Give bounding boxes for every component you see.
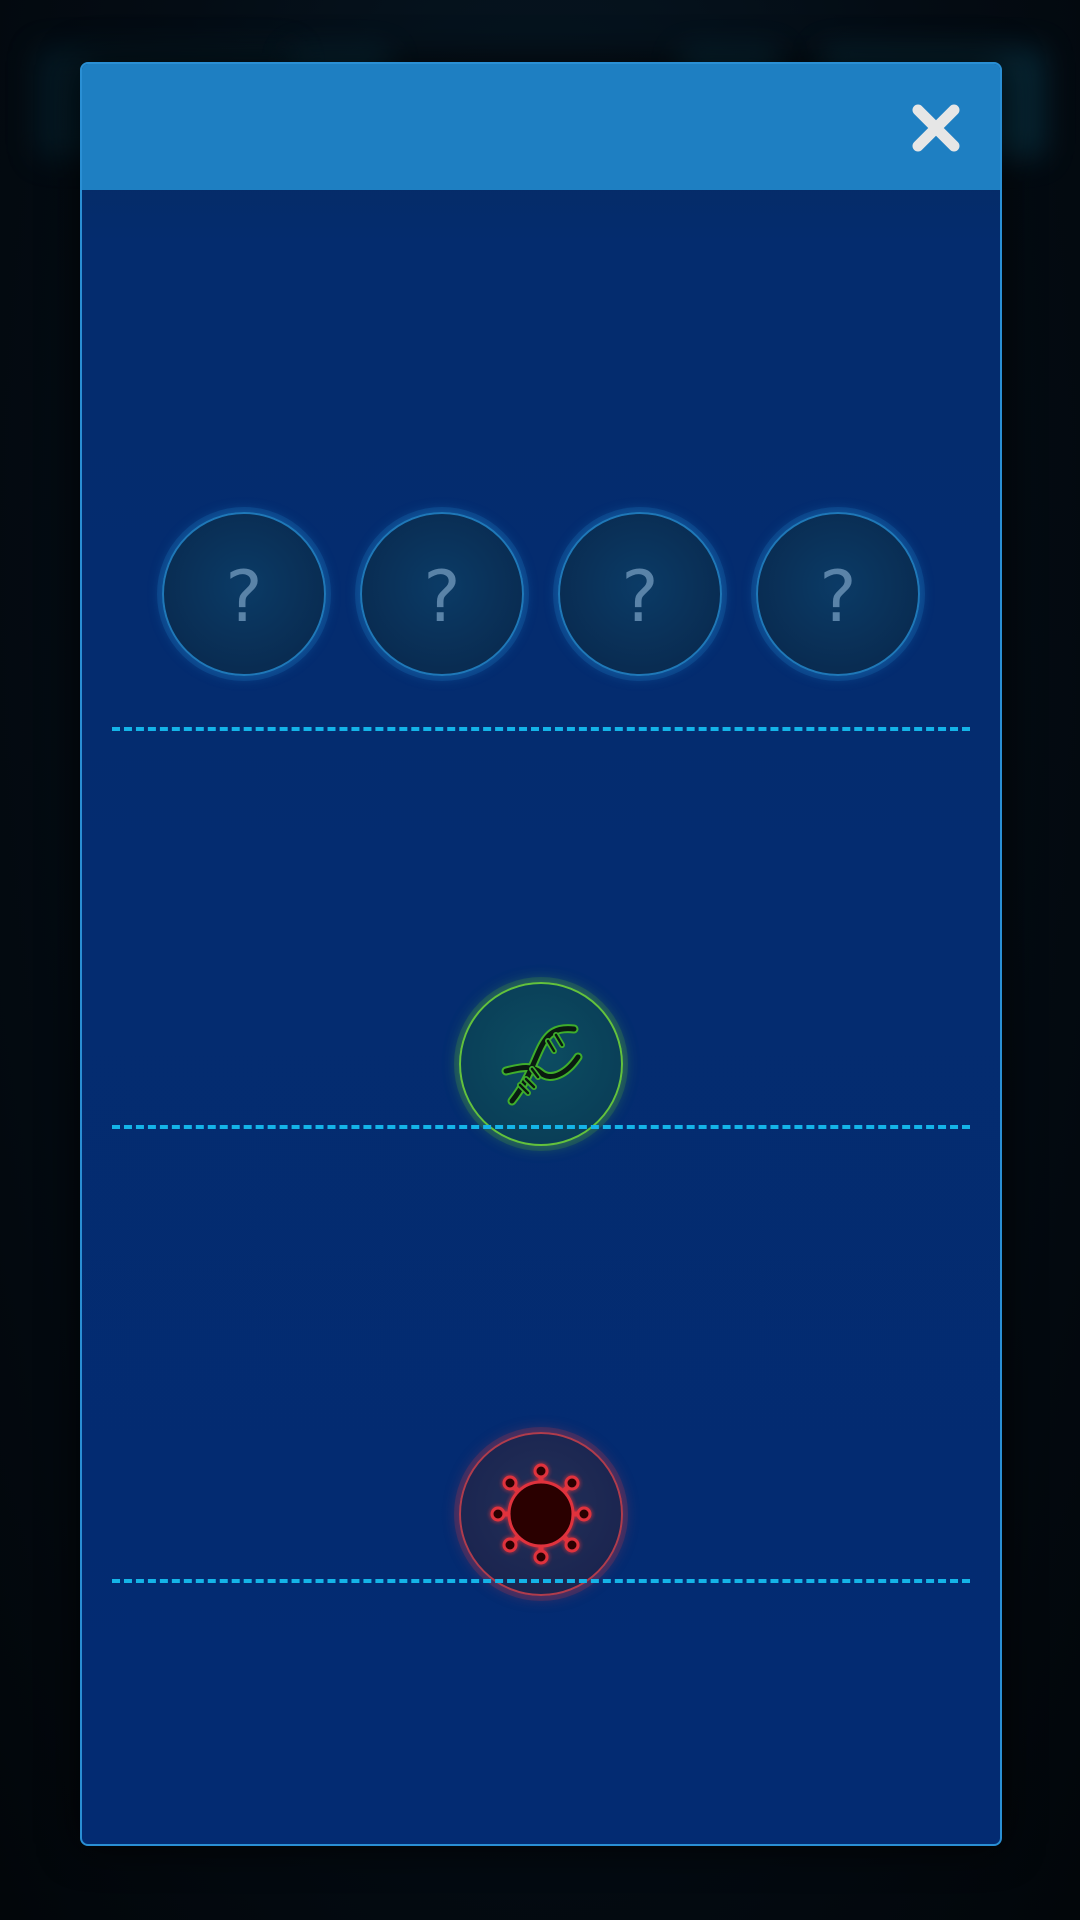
question-mark-icon: ? <box>423 556 461 638</box>
locked-slot[interactable]: ? <box>756 512 920 676</box>
locked-slot[interactable]: ? <box>360 512 524 676</box>
dashed-divider <box>112 1125 970 1129</box>
dna-ability-slot[interactable] <box>459 982 623 1146</box>
locked-slot[interactable]: ? <box>162 512 326 676</box>
virus-slot[interactable] <box>459 1432 623 1596</box>
question-mark-icon: ? <box>621 556 659 638</box>
evolution-modal: ? ? ? ? <box>80 62 1002 1846</box>
dashed-divider <box>112 1579 970 1583</box>
virus-icon <box>490 1463 592 1565</box>
close-icon <box>912 104 960 152</box>
modal-header <box>82 64 1000 190</box>
dna-icon <box>501 1024 583 1106</box>
dashed-divider <box>112 727 970 731</box>
ability-row <box>82 982 1000 1146</box>
question-mark-icon: ? <box>225 556 263 638</box>
question-mark-icon: ? <box>819 556 857 638</box>
close-button[interactable] <box>910 102 962 154</box>
locked-slot[interactable]: ? <box>558 512 722 676</box>
pathogen-row <box>82 1432 1000 1596</box>
locked-slots-row: ? ? ? ? <box>82 512 1000 676</box>
